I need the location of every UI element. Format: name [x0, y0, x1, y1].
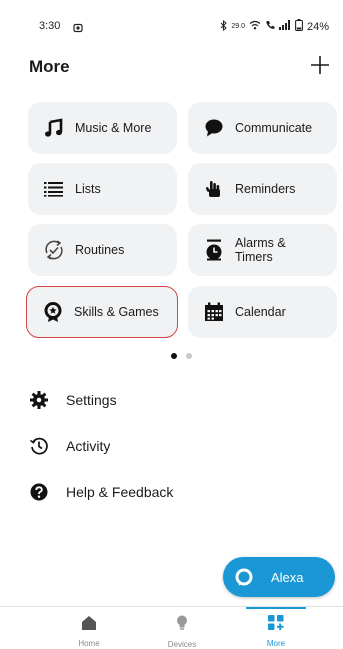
network-speed: 29.0 [231, 23, 245, 30]
page-title: More [29, 57, 70, 76]
call-icon [265, 20, 275, 33]
tile-label: Skills & Games [74, 305, 159, 319]
history-icon [29, 436, 49, 456]
routines-tile[interactable]: Routines [28, 224, 177, 276]
status-indicators: 29.0 24% [220, 19, 329, 34]
battery-percent: 24% [306, 20, 329, 33]
alexa-label: Alexa [271, 569, 304, 585]
reminders-tile[interactable]: Reminders [188, 163, 337, 215]
page-indicator-active [171, 353, 177, 359]
tile-label: Music & More [75, 121, 152, 135]
tile-label: Communicate [235, 121, 313, 135]
status-time: 3:30 [39, 20, 61, 32]
tab-devices[interactable]: Devices [152, 607, 212, 649]
music-more-tile[interactable]: Music & More [28, 102, 177, 154]
routine-check-icon [42, 238, 66, 262]
help-feedback-row[interactable]: Help & Feedback [29, 482, 173, 502]
music-note-icon [42, 116, 66, 140]
alarm-clock-icon [202, 238, 226, 262]
tile-label: Lists [75, 182, 101, 196]
tab-label: Devices [167, 640, 197, 649]
more-grid-icon [268, 615, 284, 635]
alexa-logo-icon [235, 568, 253, 586]
help-icon [29, 482, 49, 502]
row-label: Settings [66, 392, 117, 408]
row-label: Help & Feedback [66, 484, 174, 500]
activity-row[interactable]: Activity [29, 436, 110, 456]
row-label: Activity [66, 438, 111, 454]
tile-label: Alarms & Timers [235, 236, 286, 264]
status-bar: 3:30 29.0 24% [0, 0, 343, 40]
skills-games-tile[interactable]: Skills & Games [26, 286, 178, 338]
alexa-button[interactable]: Alexa [223, 557, 335, 597]
calendar-tile[interactable]: Calendar [188, 286, 337, 338]
tab-label: More [266, 639, 286, 648]
gear-icon [29, 390, 49, 410]
hand-raised-icon [202, 177, 226, 201]
add-button[interactable] [310, 52, 330, 80]
wifi-icon [249, 20, 261, 33]
signal-icon [278, 20, 291, 33]
alarms-timers-tile[interactable]: Alarms & Timers [188, 224, 337, 276]
battery-icon [295, 19, 303, 34]
bottom-nav: Home Devices More [0, 606, 343, 649]
speech-bubble-icon [202, 116, 226, 140]
screenshot-icon [73, 20, 83, 38]
page-indicator[interactable] [186, 353, 192, 359]
home-icon [81, 615, 97, 635]
calendar-icon [202, 300, 226, 324]
settings-row[interactable]: Settings [29, 390, 117, 410]
star-badge-icon [41, 300, 65, 324]
bluetooth-icon [220, 19, 228, 34]
list-icon [42, 177, 66, 201]
lightbulb-icon [176, 615, 188, 636]
communicate-tile[interactable]: Communicate [188, 102, 337, 154]
tile-label: Reminders [235, 182, 296, 196]
plus-icon [311, 56, 329, 74]
tab-label: Home [78, 639, 100, 648]
active-tab-indicator [246, 607, 306, 609]
tab-home[interactable]: Home [59, 607, 119, 648]
tab-more[interactable]: More [246, 607, 306, 648]
lists-tile[interactable]: Lists [28, 163, 177, 215]
tile-label: Routines [75, 243, 125, 257]
tile-label: Calendar [235, 305, 286, 319]
